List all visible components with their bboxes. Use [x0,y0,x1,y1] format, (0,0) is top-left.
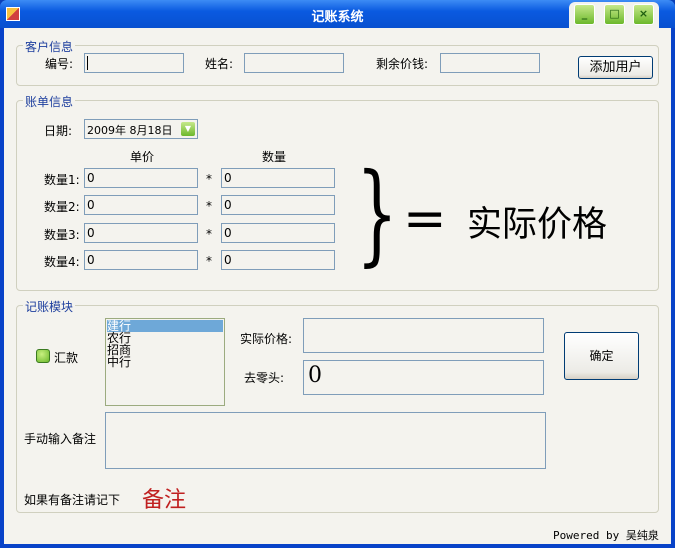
date-picker[interactable]: 2009年 8月18日 ▼ [84,119,198,139]
name-label: 姓名: [205,57,234,71]
quantity-row-label: 数量2: [44,200,80,215]
quantity-row-label: 数量1: [44,173,80,187]
record-group-label: 记账模块 [23,298,76,315]
multiply-sign: * [206,253,212,268]
add-user-button[interactable]: 添加用户 [578,56,653,79]
multiply-sign: * [206,199,212,214]
bank-option[interactable]: 中行 [107,356,223,368]
equals-sign: = [403,189,447,249]
name-input[interactable] [244,53,344,73]
remit-checkbox[interactable] [36,349,50,363]
balance-label: 剩余价钱: [376,57,429,71]
maximize-icon[interactable]: □ [604,4,625,25]
note-title: 备注 [142,488,187,513]
bank-listbox[interactable]: 建行 农行 招商 中行 [105,318,225,406]
minimize-icon[interactable]: _ [574,4,595,25]
bill-group-label: 账单信息 [23,93,76,110]
balance-input[interactable] [440,53,540,73]
multiply-sign: * [206,172,212,186]
unit-price-input[interactable]: 0 [84,222,198,243]
hint-label: 如果有备注请记下 [24,493,121,507]
customer-group-label: 客户信息 [23,38,76,55]
confirm-button[interactable]: 确定 [564,332,639,380]
date-value: 2009年 8月18日 [87,124,173,137]
quantity-header: 数量 [262,150,287,164]
quantity-input[interactable]: 0 [221,222,335,243]
id-label: 编号: [45,57,74,71]
actual-price-input[interactable] [303,318,544,353]
date-label: 日期: [44,124,73,138]
note-textarea[interactable] [105,412,546,469]
unit-price-input[interactable]: 0 [84,168,198,188]
close-icon[interactable]: × [633,4,654,25]
quantity-input[interactable]: 0 [221,168,335,188]
powered-by: Powered by 吴纯泉 [553,529,659,542]
brace: } [356,149,398,277]
round-label: 去零头: [244,371,285,385]
quantity-input[interactable]: 0 [221,195,335,216]
chevron-down-icon[interactable]: ▼ [181,122,195,136]
id-input[interactable] [84,53,184,73]
remit-label: 汇款 [54,351,79,365]
unit-price-header: 单价 [130,150,155,164]
actual-price-title: 实际价格 [467,205,608,245]
quantity-input[interactable]: 0 [221,249,335,270]
round-input[interactable]: 0 [303,360,544,395]
client-area: 客户信息 编号: 姓名: 剩余价钱: 添加用户 账单信息 日期: 2009年 8… [4,28,671,544]
unit-price-input[interactable]: 0 [84,249,198,270]
unit-price-input[interactable]: 0 [84,195,198,216]
quantity-row-label: 数量4: [44,254,80,269]
actual-price-label: 实际价格: [240,332,293,346]
note-label: 手动输入备注 [24,432,97,446]
title-bar[interactable]: 记账系统 _ □ × [0,0,675,28]
quantity-row-label: 数量3: [44,227,80,242]
multiply-sign: * [206,226,212,241]
app-window: 记账系统 _ □ × 客户信息 编号: 姓名: 剩余价钱: 添加用户 账单信息 … [0,0,675,548]
